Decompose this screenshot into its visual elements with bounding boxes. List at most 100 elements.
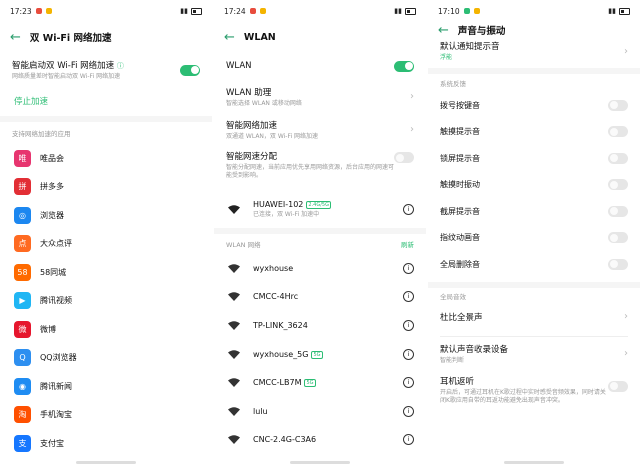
earphone-monitor-row[interactable]: 耳机返听 开启后，可通过耳机在K歌过程中实时感受音频效果，同时请关闭K歌应用自带… <box>428 371 640 417</box>
app-item[interactable]: 拼拼多多 <box>0 173 212 202</box>
system-feedback-item[interactable]: 指纹动画音 <box>428 225 640 252</box>
stop-acceleration-link[interactable]: 停止加速 <box>0 86 212 116</box>
smart-dual-wifi-desc: 网络质量差时智能启动双 Wi-Fi 网络加速 <box>12 73 121 80</box>
network-name: CNC-2.4G-C3A6 <box>253 435 317 445</box>
notification-icon <box>45 8 52 14</box>
info-icon[interactable]: ⓘ <box>117 62 124 70</box>
gesture-bar <box>504 461 564 464</box>
connected-network-row[interactable]: HUAWEI-102 2.4G/5G 已连接，双 Wi-Fi 加速中 i <box>214 192 426 226</box>
app-item[interactable]: 唯唯品会 <box>0 144 212 173</box>
system-feedback-item[interactable]: 全局删除音 <box>428 251 640 278</box>
connected-network-status: 已连接，双 Wi-Fi 加速中 <box>253 210 320 218</box>
wlan-assistant-row[interactable]: WLAN 助理 智能选择 WLAN 或移动网络 › <box>214 80 426 113</box>
app-item[interactable]: Q QQ浏览器 <box>0 344 212 373</box>
info-icon[interactable]: i <box>403 203 414 215</box>
58-icon: 58 <box>14 263 31 281</box>
info-icon[interactable]: i <box>403 319 414 331</box>
system-feedback-toggle[interactable] <box>608 258 628 270</box>
vip-icon: 唯 <box>14 149 31 167</box>
notification-icon <box>35 8 42 14</box>
system-feedback-item[interactable]: 锁屏提示音 <box>428 145 640 172</box>
info-icon[interactable]: i <box>403 434 414 446</box>
app-item[interactable]: 支支付宝 <box>0 429 212 458</box>
system-feedback-item[interactable]: 拨号按键音 <box>428 92 640 119</box>
status-time: 17:24 <box>224 6 246 16</box>
speed-allocation-toggle[interactable] <box>394 152 414 163</box>
default-notification-sound-row[interactable]: 默认通知提示音 浮能 › <box>428 38 640 64</box>
info-icon[interactable]: i <box>403 262 414 274</box>
system-feedback-toggle[interactable] <box>608 152 628 164</box>
app-name: 唯品会 <box>40 153 64 163</box>
default-notification-sound-label: 默认通知提示音 <box>440 42 500 52</box>
earphone-monitor-toggle[interactable] <box>608 380 628 392</box>
wlan-toggle-row[interactable]: WLAN <box>214 52 426 80</box>
network-name: CMCC-4Hrc <box>253 292 299 302</box>
battery-icon <box>405 7 416 15</box>
system-feedback-item[interactable]: 触摸时振动 <box>428 172 640 199</box>
network-item[interactable]: wyxhouse_5G 5G i <box>214 340 426 369</box>
system-feedback-item[interactable]: 触摸提示音 <box>428 119 640 146</box>
gesture-bar <box>76 461 136 464</box>
band-badge: 2.4G/5G <box>306 200 331 209</box>
band-badge: 5G <box>304 379 316 388</box>
network-item[interactable]: TP-LINK_3624 i <box>214 311 426 340</box>
app-item[interactable]: 点大众点评 <box>0 230 212 259</box>
app-item[interactable]: ◎ 浏览器 <box>0 201 212 230</box>
speed-allocation-row[interactable]: 智能网速分配 智能分配网速，当前应用优先享用网络资源，后台应用的网速可能受到影响… <box>214 146 426 192</box>
chevron-right-icon: › <box>410 91 414 102</box>
smart-acceleration-row[interactable]: 智能网络加速 双通道 WLAN，双 Wi-Fi 网络加速 › <box>214 113 426 146</box>
info-icon[interactable]: i <box>403 291 414 303</box>
system-feedback-toggle[interactable] <box>608 179 628 191</box>
global-effects-header: 全局音效 <box>440 292 466 301</box>
info-icon[interactable]: i <box>403 405 414 417</box>
back-arrow-icon[interactable]: ← <box>224 30 235 45</box>
network-item[interactable]: lulu i <box>214 397 426 426</box>
chevron-right-icon: › <box>410 124 414 135</box>
info-icon[interactable]: i <box>403 377 414 389</box>
app-name: 手机淘宝 <box>40 410 72 420</box>
system-feedback-label: 全局删除音 <box>440 259 480 269</box>
recording-device-row[interactable]: 默认声音收录设备 智能判断 › <box>428 337 640 371</box>
default-notification-sound-value: 浮能 <box>440 54 453 61</box>
network-item[interactable]: CMCC-4Hrc i <box>214 283 426 312</box>
smart-dual-wifi-toggle[interactable] <box>180 64 200 76</box>
system-feedback-label: 指纹动画音 <box>440 233 480 243</box>
system-feedback-toggle[interactable] <box>608 205 628 217</box>
system-feedback-toggle[interactable] <box>608 99 628 111</box>
pinduoduo-icon: 拼 <box>14 178 31 196</box>
system-feedback-label: 拨号按键音 <box>440 100 480 110</box>
network-item[interactable]: CNC-2.4G-C3A6 i <box>214 426 426 455</box>
tencent-news-icon: ◉ <box>14 377 31 395</box>
wifi-locked-icon <box>228 349 240 359</box>
system-feedback-toggle[interactable] <box>608 232 628 244</box>
band-badge: 5G <box>311 350 323 359</box>
dolby-atmos-row[interactable]: 杜比全景声 › <box>428 304 640 330</box>
alipay-icon: 支 <box>14 434 31 452</box>
app-item[interactable]: 淘手机淘宝 <box>0 401 212 430</box>
smart-dual-wifi-row[interactable]: 智能启动双 Wi-Fi 网络加速 ⓘ 网络质量差时智能启动双 Wi-Fi 网络加… <box>0 54 212 86</box>
app-item[interactable]: ◉ 腾讯新闻 <box>0 372 212 401</box>
network-item[interactable]: CMCC-LB7M 5G i <box>214 368 426 397</box>
back-arrow-icon[interactable]: ← <box>438 23 449 38</box>
tencent-video-icon: ▶ <box>14 292 31 310</box>
app-item[interactable]: 微微博 <box>0 315 212 344</box>
app-name: 微博 <box>40 324 56 334</box>
network-name: wyxhouse <box>253 263 294 273</box>
system-feedback-toggle[interactable] <box>608 126 628 138</box>
refresh-button[interactable]: 刷新 <box>401 239 414 249</box>
speed-allocation-desc: 智能分配网速，当前应用优先享用网络资源，后台应用的网速可能受到影响。 <box>226 164 395 179</box>
system-feedback-label: 触摸提示音 <box>440 127 480 137</box>
network-item[interactable]: wyxhouse i <box>214 254 426 283</box>
earphone-monitor-label: 耳机返听 <box>440 376 475 387</box>
app-item[interactable]: 58 58同城 <box>0 258 212 287</box>
back-arrow-icon[interactable]: ← <box>10 30 21 45</box>
info-icon[interactable]: i <box>403 348 414 360</box>
app-name: QQ浏览器 <box>40 353 77 363</box>
page-header: ← 双 Wi-Fi 网络加速 <box>0 22 212 52</box>
network-name: lulu <box>253 406 268 416</box>
signal-icon: ▮▮ <box>394 7 402 15</box>
browser-icon: ◎ <box>14 206 31 224</box>
app-item[interactable]: ▶ 腾讯视频 <box>0 287 212 316</box>
system-feedback-item[interactable]: 截屏提示音 <box>428 198 640 225</box>
wlan-toggle[interactable] <box>394 60 414 72</box>
